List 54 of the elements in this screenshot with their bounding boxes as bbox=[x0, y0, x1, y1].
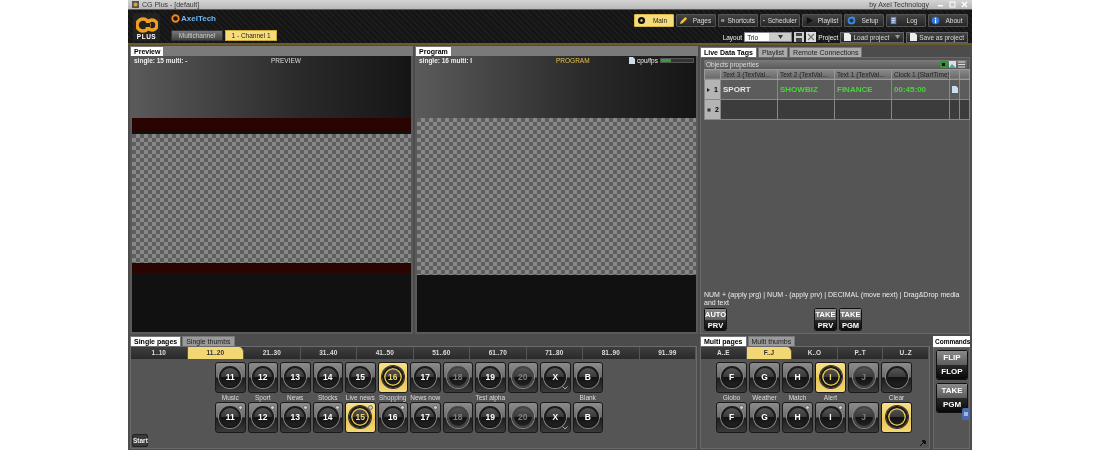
brand-name: AxelTech bbox=[181, 13, 216, 23]
page-button[interactable]: X bbox=[540, 361, 571, 393]
page-button[interactable]: 13 bbox=[280, 361, 311, 393]
page-button[interactable]: 15 bbox=[345, 401, 376, 433]
page-button[interactable] bbox=[881, 401, 912, 433]
menu-icon[interactable] bbox=[958, 60, 965, 68]
page-button[interactable]: B bbox=[572, 361, 603, 393]
page-button[interactable]: 11 bbox=[215, 361, 246, 393]
page-button[interactable]: 17 bbox=[410, 361, 441, 393]
page-button[interactable]: I bbox=[815, 361, 846, 393]
caret-icon bbox=[777, 35, 783, 40]
page-button[interactable]: F bbox=[716, 401, 747, 433]
brand-icon bbox=[171, 13, 180, 23]
new-row-icon bbox=[707, 107, 711, 112]
command-button[interactable]: FLIP FLOP bbox=[936, 349, 968, 380]
page-button[interactable]: 14 bbox=[312, 401, 343, 433]
page-button[interactable]: 15 bbox=[345, 361, 376, 393]
page-button[interactable]: 16 bbox=[377, 361, 408, 393]
pin-icon bbox=[920, 439, 926, 446]
image-icon[interactable] bbox=[949, 60, 956, 68]
info-icon bbox=[931, 15, 940, 25]
document-icon bbox=[889, 15, 898, 25]
page-button[interactable]: 12 bbox=[247, 401, 278, 433]
caret-icon bbox=[895, 35, 901, 40]
page-button[interactable]: B bbox=[572, 401, 603, 433]
page-button[interactable]: 13 bbox=[280, 401, 311, 433]
page-button[interactable]: 11 bbox=[215, 401, 246, 433]
page-button[interactable]: 14 bbox=[312, 361, 343, 393]
page-button[interactable]: 19 bbox=[475, 361, 506, 393]
app-icon bbox=[132, 0, 139, 8]
logo-mark-icon bbox=[135, 16, 158, 33]
page-button[interactable]: 19 bbox=[475, 401, 506, 433]
document-icon bbox=[629, 56, 636, 64]
page-button[interactable]: G bbox=[749, 401, 780, 433]
expand-icon[interactable] bbox=[806, 32, 817, 43]
page-button[interactable]: G bbox=[749, 361, 780, 393]
document-icon bbox=[910, 33, 918, 42]
page-button[interactable]: H bbox=[782, 401, 813, 433]
pencil-icon bbox=[679, 15, 688, 25]
page-button[interactable]: 17 bbox=[410, 401, 441, 433]
document-icon bbox=[844, 33, 852, 42]
page-button[interactable]: H bbox=[782, 361, 813, 393]
page-button[interactable]: 16 bbox=[377, 401, 408, 433]
disc-icon bbox=[637, 15, 646, 25]
page-button[interactable]: F bbox=[716, 361, 747, 393]
page-button[interactable]: I bbox=[815, 401, 846, 433]
save-icon[interactable] bbox=[794, 32, 805, 43]
page-button[interactable]: 12 bbox=[247, 361, 278, 393]
add-icon[interactable] bbox=[940, 60, 947, 68]
play-icon bbox=[805, 15, 814, 25]
page-button[interactable]: X bbox=[540, 401, 571, 433]
handle-icon[interactable] bbox=[962, 407, 970, 420]
command-button[interactable]: TAKE PGM bbox=[936, 382, 968, 413]
refresh-icon bbox=[847, 15, 856, 25]
